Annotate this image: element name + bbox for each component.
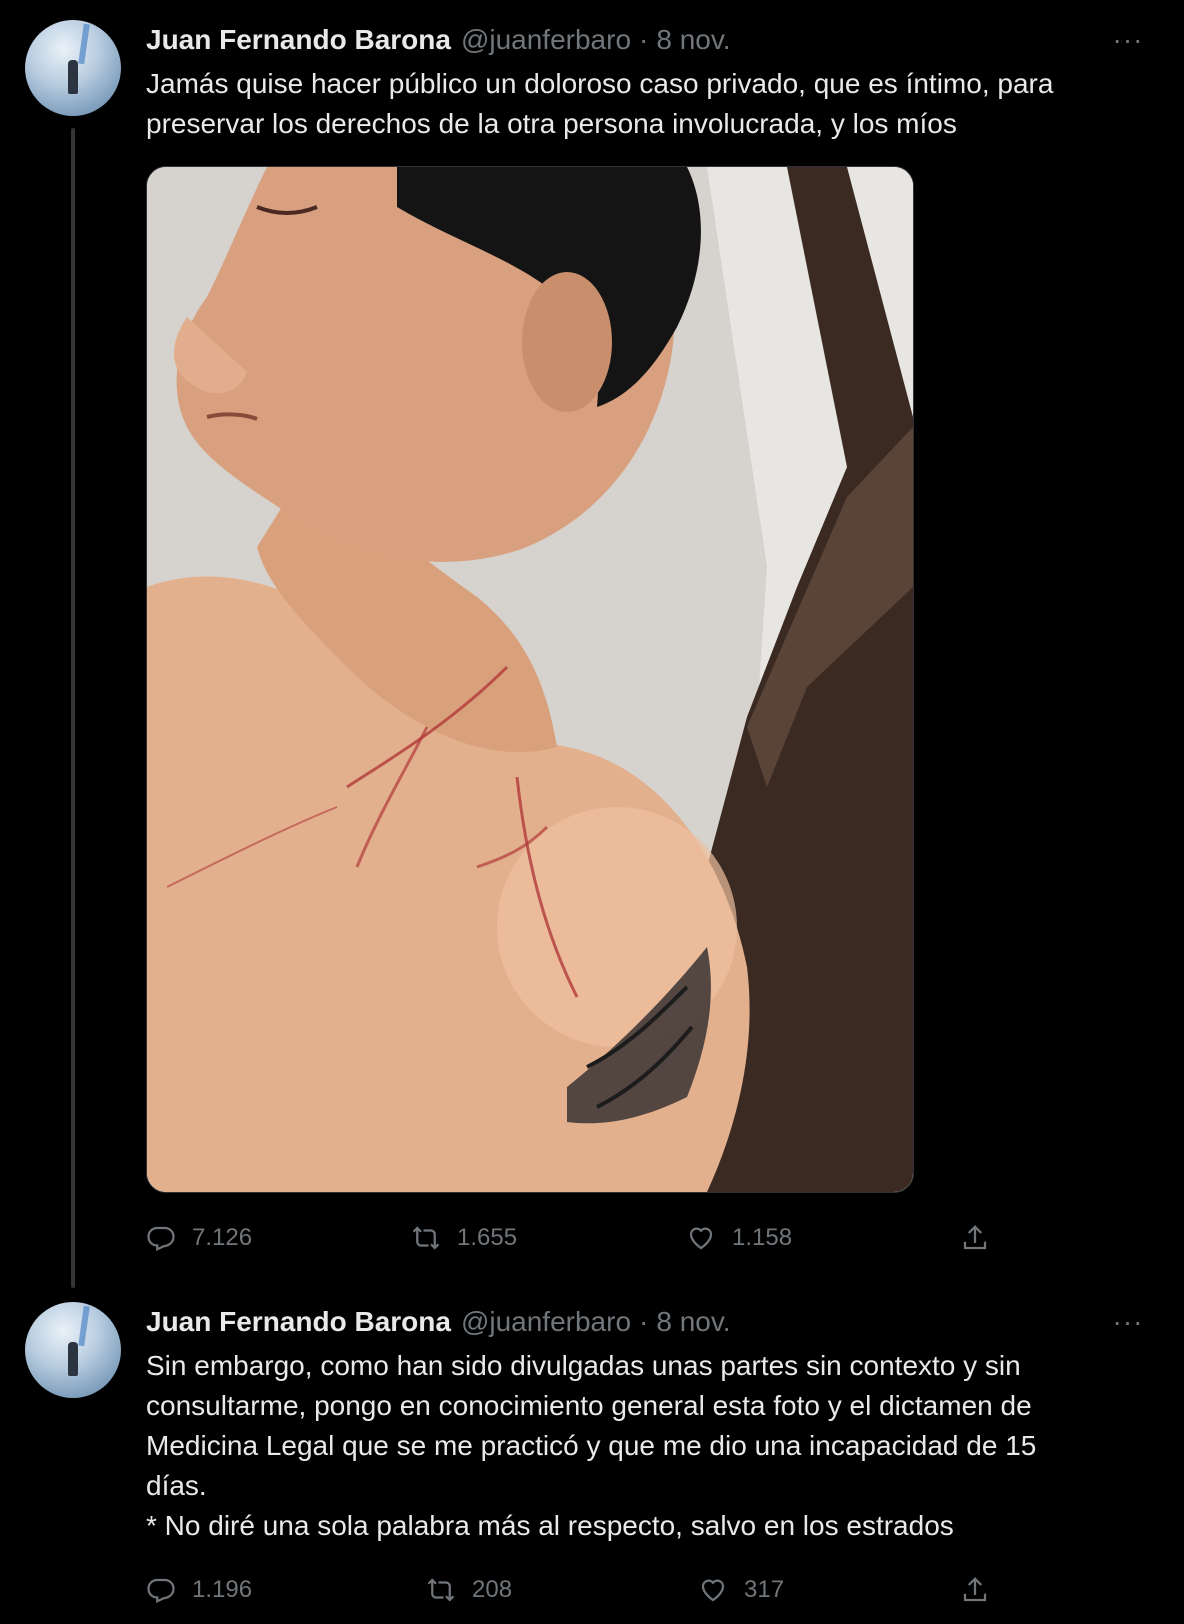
avatar[interactable] bbox=[25, 1302, 121, 1398]
tweet-text: Jamás quise hacer público un doloroso ca… bbox=[146, 68, 1054, 139]
more-icon: ··· bbox=[1112, 24, 1144, 55]
like-count: 317 bbox=[744, 1576, 785, 1603]
tweet-date[interactable]: 8 nov. bbox=[656, 24, 730, 56]
share-button[interactable] bbox=[960, 1570, 990, 1610]
share-icon bbox=[963, 1225, 987, 1250]
like-icon bbox=[689, 1227, 713, 1250]
tweet-2[interactable]: Juan Fernando Barona @juanferbaro · 8 no… bbox=[0, 1280, 1184, 1624]
retweet-button[interactable]: 1.655 bbox=[411, 1218, 517, 1258]
avatar-figure bbox=[68, 1342, 78, 1376]
tweet-header: Juan Fernando Barona @juanferbaro · 8 no… bbox=[146, 20, 731, 60]
author-name[interactable]: Juan Fernando Barona bbox=[146, 1306, 451, 1338]
author-handle[interactable]: @juanferbaro bbox=[461, 24, 631, 56]
header-separator: · bbox=[639, 24, 649, 55]
like-button[interactable]: 1.158 bbox=[686, 1218, 792, 1258]
reply-button[interactable]: 1.196 bbox=[146, 1570, 252, 1610]
avatar[interactable] bbox=[25, 20, 121, 116]
tweet-actions: 1.196 208 317 bbox=[146, 1570, 1026, 1610]
avatar-figure bbox=[68, 60, 78, 94]
tweet-date[interactable]: 8 nov. bbox=[656, 1306, 730, 1338]
retweet-icon bbox=[427, 1578, 455, 1602]
reply-count: 1.196 bbox=[192, 1576, 253, 1603]
avatar-stripe bbox=[78, 23, 90, 65]
photo-illustration bbox=[147, 167, 913, 1192]
author-handle[interactable]: @juanferbaro bbox=[461, 1306, 631, 1338]
reply-count: 7.126 bbox=[192, 1224, 253, 1251]
more-icon: ··· bbox=[1112, 1306, 1144, 1337]
tweet-text: Sin embargo, como han sido divulgadas un… bbox=[146, 1350, 1037, 1541]
more-options-button[interactable]: ··· bbox=[1108, 24, 1148, 55]
more-options-button[interactable]: ··· bbox=[1108, 1306, 1148, 1337]
tweet-actions: 7.126 1.655 1.158 bbox=[146, 1218, 1026, 1258]
avatar-stripe bbox=[78, 1305, 90, 1347]
like-icon bbox=[701, 1579, 725, 1602]
retweet-count: 208 bbox=[472, 1576, 513, 1603]
like-count: 1.158 bbox=[732, 1224, 793, 1251]
retweet-count: 1.655 bbox=[457, 1224, 518, 1251]
tweet-1[interactable]: Juan Fernando Barona @juanferbaro · 8 no… bbox=[0, 0, 1184, 1251]
share-icon bbox=[963, 1577, 987, 1602]
tweet-photo[interactable] bbox=[146, 166, 914, 1193]
share-button[interactable] bbox=[960, 1218, 990, 1258]
retweet-icon bbox=[412, 1226, 440, 1250]
like-button[interactable]: 317 bbox=[698, 1570, 784, 1610]
author-name[interactable]: Juan Fernando Barona bbox=[146, 24, 451, 56]
tweet-header: Juan Fernando Barona @juanferbaro · 8 no… bbox=[146, 1302, 731, 1342]
reply-button[interactable]: 7.126 bbox=[146, 1218, 252, 1258]
retweet-button[interactable]: 208 bbox=[426, 1570, 512, 1610]
reply-icon bbox=[147, 1578, 175, 1603]
reply-icon bbox=[147, 1226, 175, 1251]
header-separator: · bbox=[639, 1306, 649, 1337]
